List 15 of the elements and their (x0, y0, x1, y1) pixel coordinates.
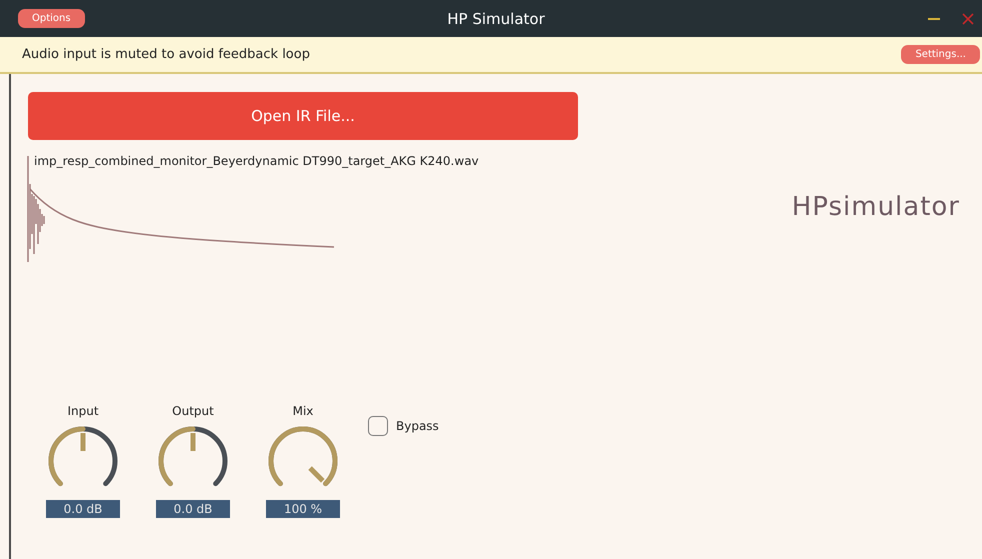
open-file-button[interactable]: Open IR File... (28, 92, 578, 140)
settings-button[interactable]: Settings... (901, 45, 980, 64)
options-button[interactable]: Options (18, 9, 85, 28)
knob-value: 0.0 dB (46, 500, 120, 518)
knob-value: 0.0 dB (156, 500, 230, 518)
bypass-label: Bypass (396, 419, 439, 433)
window-title: HP Simulator (447, 10, 545, 28)
file-name: imp_resp_combined_monitor_Beyerdynamic DT990_target_AKG K240.wav (34, 154, 480, 168)
knob-label: Mix (292, 404, 314, 420)
knob-value: 100 % (266, 500, 340, 518)
knob-label: Output (172, 404, 214, 420)
banner-message: Audio input is muted to avoid feedback loop (22, 47, 310, 62)
logo: HPsimulator (792, 192, 960, 224)
knob-label: Input (67, 404, 99, 420)
bypass-checkbox[interactable] (368, 416, 388, 436)
